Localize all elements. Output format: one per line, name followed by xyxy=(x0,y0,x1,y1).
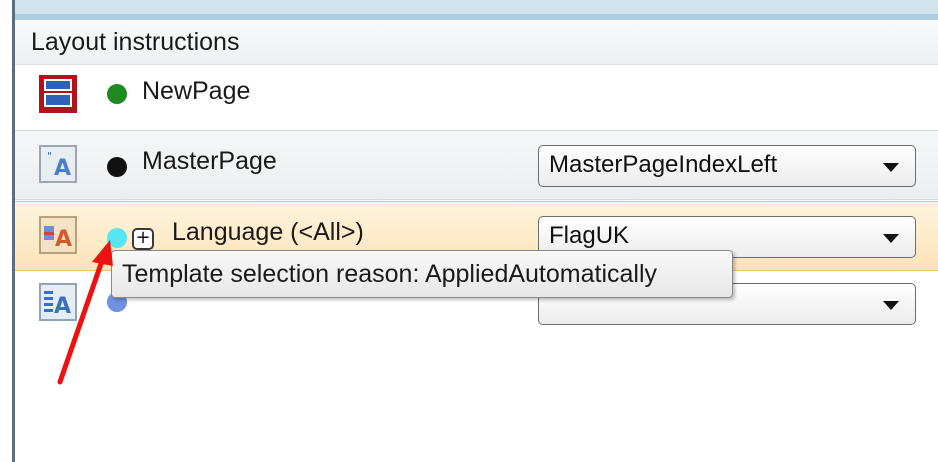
masterpage-dropdown[interactable]: MasterPageIndexLeft xyxy=(538,145,916,187)
panel-title: Layout instructions xyxy=(31,28,240,56)
chevron-down-icon[interactable] xyxy=(883,301,899,310)
panel-header: Layout instructions xyxy=(15,20,938,65)
svg-text:A: A xyxy=(54,294,71,319)
tree-row-label: NewPage xyxy=(142,77,251,105)
tree-row-label: Language (<All>) xyxy=(172,218,364,246)
chevron-down-icon[interactable] xyxy=(883,163,899,172)
newpage-icon xyxy=(39,75,77,113)
status-dot-green xyxy=(107,84,127,104)
masterpage-icon: " A xyxy=(39,145,77,183)
expand-button[interactable]: + xyxy=(132,228,154,250)
template-icon: A xyxy=(39,283,77,321)
tree-row-masterpage[interactable]: " A MasterPage MasterPageIndexLeft xyxy=(15,130,938,200)
chevron-down-icon[interactable] xyxy=(883,234,899,243)
dropdown-selected-value: MasterPageIndexLeft xyxy=(549,151,778,178)
dropdown-selected-value: FlagUK xyxy=(549,222,630,249)
tooltip-text: Template selection reason: AppliedAutoma… xyxy=(122,260,658,288)
tree-row-label: MasterPage xyxy=(142,147,277,175)
tooltip: Template selection reason: AppliedAutoma… xyxy=(111,250,733,298)
svg-text:A: A xyxy=(55,227,72,252)
status-dot-black xyxy=(107,157,127,177)
window-top-bar xyxy=(15,0,938,14)
tree-row-newpage[interactable]: NewPage xyxy=(15,65,938,128)
svg-text:": " xyxy=(47,150,52,163)
svg-text:A: A xyxy=(54,156,71,181)
status-dot-cyan xyxy=(107,228,127,248)
language-template-icon: A xyxy=(39,216,77,254)
layout-instructions-panel: Layout instructions NewPage " A MasterPa… xyxy=(15,20,938,462)
